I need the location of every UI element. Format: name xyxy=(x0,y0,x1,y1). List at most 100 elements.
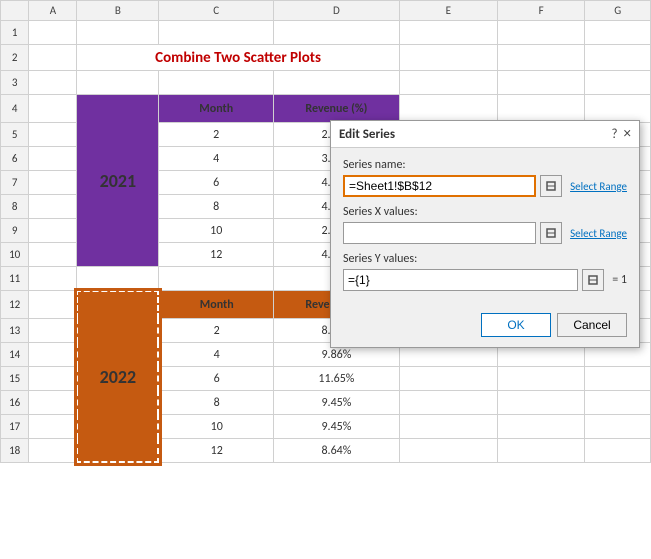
cell-d3 xyxy=(274,71,400,95)
cell-f1 xyxy=(498,21,585,45)
series-x-row: Select Range xyxy=(343,222,627,244)
row-header-14: 14 xyxy=(1,343,29,367)
cell-f4 xyxy=(498,95,585,123)
dialog-body: Series name: Select Range Series X value… xyxy=(331,148,639,309)
dialog-close-icon[interactable]: × xyxy=(624,125,631,143)
cell-g2 xyxy=(585,45,651,71)
row-header-10: 10 xyxy=(1,243,29,267)
row-header-13: 13 xyxy=(1,319,29,343)
col-header-e[interactable]: E xyxy=(399,1,497,21)
cell-a6 xyxy=(29,147,77,171)
cell-e2 xyxy=(399,45,497,71)
col-header-b[interactable]: B xyxy=(77,1,159,21)
cancel-button[interactable]: Cancel xyxy=(557,313,627,337)
title-cell: Combine Two Scatter Plots xyxy=(77,45,399,71)
series-name-row: Select Range xyxy=(343,175,627,197)
cell-c12-header: Month xyxy=(159,291,274,319)
cell-c18: 12 xyxy=(159,439,274,463)
cell-g15 xyxy=(585,367,651,391)
cell-c7: 6 xyxy=(159,171,274,195)
cell-g1 xyxy=(585,21,651,45)
series-x-select-range[interactable]: Select Range xyxy=(570,227,627,240)
row-header-11: 11 xyxy=(1,267,29,291)
cell-e16 xyxy=(399,391,497,415)
cell-c4-header: Month xyxy=(159,95,274,123)
cell-e15 xyxy=(399,367,497,391)
cell-a9 xyxy=(29,219,77,243)
series-x-input[interactable] xyxy=(343,222,536,244)
cell-a10 xyxy=(29,243,77,267)
cell-c6: 4 xyxy=(159,147,274,171)
cell-c16: 8 xyxy=(159,391,274,415)
cell-a14 xyxy=(29,343,77,367)
row-header-2: 2 xyxy=(1,45,29,71)
cell-f15 xyxy=(498,367,585,391)
cell-c5: 2 xyxy=(159,123,274,147)
dialog-title: Edit Series xyxy=(339,127,395,142)
dialog-help-icon[interactable]: ? xyxy=(611,127,617,142)
col-header-d[interactable]: D xyxy=(274,1,400,21)
cell-g17 xyxy=(585,415,651,439)
cell-f17 xyxy=(498,415,585,439)
cell-a18 xyxy=(29,439,77,463)
cell-b11 xyxy=(77,267,159,291)
series-y-input[interactable] xyxy=(343,269,578,291)
cell-a5 xyxy=(29,123,77,147)
cell-a3 xyxy=(29,71,77,95)
series-name-select-range[interactable]: Select Range xyxy=(570,180,627,193)
cell-c11 xyxy=(159,267,274,291)
cell-c17: 10 xyxy=(159,415,274,439)
cell-d15: 11.65% xyxy=(274,367,400,391)
row-header-1: 1 xyxy=(1,21,29,45)
cell-g18 xyxy=(585,439,651,463)
series-y-equals: = 1 xyxy=(612,273,627,287)
row-header-6: 6 xyxy=(1,147,29,171)
series-x-range-btn[interactable] xyxy=(540,222,562,244)
series-name-label: Series name: xyxy=(343,158,627,172)
cell-f16 xyxy=(498,391,585,415)
row-header-8: 8 xyxy=(1,195,29,219)
cell-d1 xyxy=(274,21,400,45)
cell-d17: 9.45% xyxy=(274,415,400,439)
dialog-title-bar: Edit Series ? × xyxy=(331,121,639,148)
cell-b3 xyxy=(77,71,159,95)
series-name-range-btn[interactable] xyxy=(540,175,562,197)
series-y-row: = 1 xyxy=(343,269,627,291)
row-header-4: 4 xyxy=(1,95,29,123)
series-x-label: Series X values: xyxy=(343,205,627,219)
cell-g4 xyxy=(585,95,651,123)
cell-g3 xyxy=(585,71,651,95)
cell-c15: 6 xyxy=(159,367,274,391)
cell-c10: 12 xyxy=(159,243,274,267)
cell-a11 xyxy=(29,267,77,291)
series-name-input[interactable] xyxy=(343,175,536,197)
row-header-15: 15 xyxy=(1,367,29,391)
series-y-range-btn[interactable] xyxy=(582,269,604,291)
col-header-a[interactable]: A xyxy=(29,1,77,21)
edit-series-dialog: Edit Series ? × Series name: Select Rang… xyxy=(330,120,640,348)
col-header-c[interactable]: C xyxy=(159,1,274,21)
cell-e17 xyxy=(399,415,497,439)
cell-a13 xyxy=(29,319,77,343)
cell-a15 xyxy=(29,367,77,391)
series-y-label: Series Y values: xyxy=(343,252,627,266)
col-header-g[interactable]: G xyxy=(585,1,651,21)
row-header-9: 9 xyxy=(1,219,29,243)
row-header-3: 3 xyxy=(1,71,29,95)
row-header-5: 5 xyxy=(1,123,29,147)
row-header-16: 16 xyxy=(1,391,29,415)
ok-button[interactable]: OK xyxy=(481,313,551,337)
cell-c14: 4 xyxy=(159,343,274,367)
row-header-12: 12 xyxy=(1,291,29,319)
cell-a2 xyxy=(29,45,77,71)
cell-a7 xyxy=(29,171,77,195)
row-header-7: 7 xyxy=(1,171,29,195)
row-header-17: 17 xyxy=(1,415,29,439)
cell-c8: 8 xyxy=(159,195,274,219)
cell-a4 xyxy=(29,95,77,123)
cell-e3 xyxy=(399,71,497,95)
cell-c9: 10 xyxy=(159,219,274,243)
col-header-f[interactable]: F xyxy=(498,1,585,21)
cell-d4-header: Revenue (%) xyxy=(274,95,400,123)
cell-d16: 9.45% xyxy=(274,391,400,415)
